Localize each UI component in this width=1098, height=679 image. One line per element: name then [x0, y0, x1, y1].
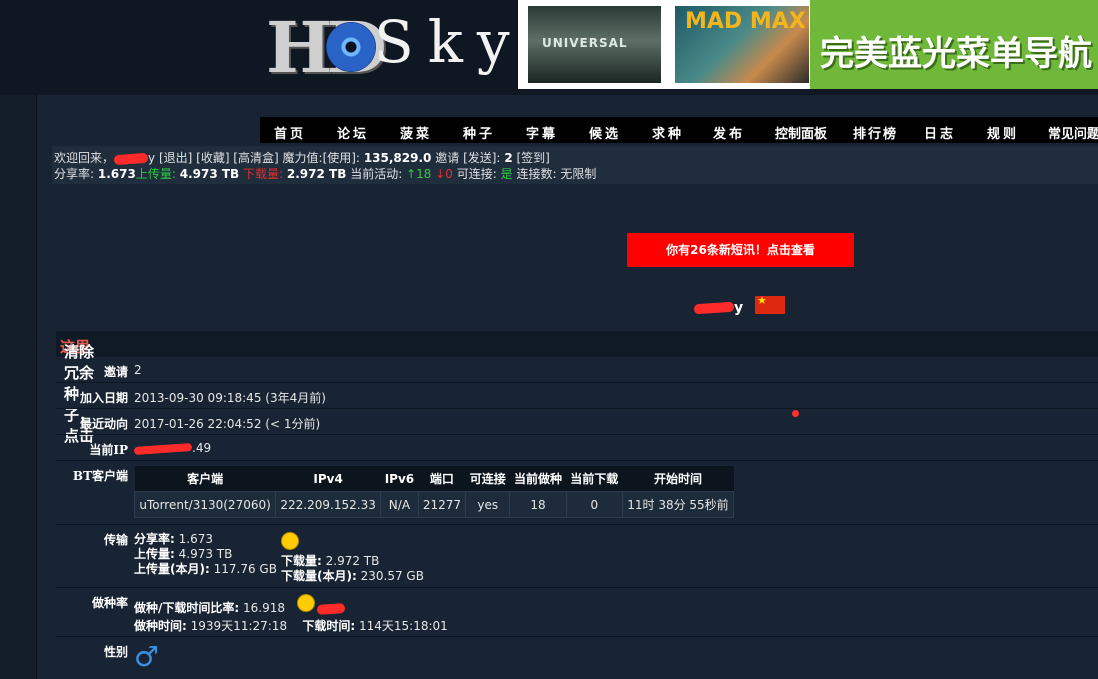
row-last-action: 最近动向 2017-01-26 22:04:52 (< 1分前): [56, 409, 1098, 435]
signin-link[interactable]: [签到]: [517, 151, 550, 165]
username-link[interactable]: y: [148, 151, 155, 165]
user-status-bar: 欢迎回来， y [退出] [收藏] [高清盒] 魔力值:[使用]: 135,829…: [52, 146, 1098, 184]
row-current-ip: 当前IP .49: [56, 435, 1098, 461]
bt-table-header: 客户端 IPv4 IPv6 端口 可连接 当前做种 当前下载 开始时间: [134, 466, 734, 492]
active-seeding[interactable]: ↑18: [406, 167, 431, 181]
logo-sky-text: Sky: [374, 8, 524, 76]
nav-control-panel[interactable]: 控制面板: [775, 123, 827, 142]
redacted-mark: [316, 602, 346, 615]
nav-candidates[interactable]: 候选: [589, 123, 621, 142]
nav-ranking[interactable]: 排行榜: [853, 123, 898, 142]
main-nav: 首页 论坛 菠菜 种子 字幕 候选 求种 发布 控制面板 排行榜 日志 规则 常…: [260, 117, 1098, 143]
promo-banner[interactable]: UNIVERSAL MAD MAX 完美蓝光菜单导航: [518, 0, 1098, 89]
nav-rules[interactable]: 规则: [987, 123, 1019, 142]
site-logo[interactable]: HD Sky: [262, 6, 514, 89]
nav-home[interactable]: 首页: [274, 123, 306, 142]
new-messages-notice[interactable]: 你有26条新短讯！点击查看: [627, 233, 854, 267]
nav-upload[interactable]: 发布: [713, 123, 745, 142]
magic-use-link[interactable]: [使用]:: [323, 151, 360, 165]
user-status-line-2: 分享率: 1.673上传量: 4.973 TB 下载量: 2.972 TB 当前…: [54, 167, 597, 181]
banner-slogan: 完美蓝光菜单导航: [810, 0, 1098, 89]
row-transfer: 传输 分享率: 1.673 上传量: 4.973 TB 上传量(本月): 117…: [56, 525, 1098, 588]
banner-madmax-image: MAD MAX: [675, 6, 809, 83]
china-flag-icon: ★: [755, 294, 785, 314]
red-dot-marker: [792, 410, 799, 417]
bt-client-table: 客户端 IPv4 IPv6 端口 可连接 当前做种 当前下载 开始时间 uTor…: [133, 466, 735, 518]
redacted-ip: [133, 442, 193, 455]
info-table-title: 清除冗余种子，点击 这里: [56, 331, 1098, 445]
banner-universal-image: UNIVERSAL: [528, 6, 661, 83]
redacted-profile-name: [693, 301, 735, 315]
user-links[interactable]: [退出] [收藏] [高清盒]: [159, 151, 279, 165]
nav-requests[interactable]: 求种: [652, 123, 684, 142]
nav-torrents[interactable]: 种子: [463, 123, 495, 142]
smiley-icon: [296, 594, 315, 612]
row-gender: 性别 ♂: [56, 637, 1098, 679]
male-symbol-icon: ♂: [134, 640, 160, 673]
bluray-disc-icon: [326, 22, 376, 72]
row-invite: 邀请 2: [56, 357, 1098, 383]
smiley-icon: [281, 532, 299, 550]
nav-faq[interactable]: 常见问题: [1048, 123, 1098, 142]
nav-bocai[interactable]: 菠菜: [400, 123, 432, 142]
nav-log[interactable]: 日志: [924, 123, 956, 142]
row-joined: 加入日期 2013-09-30 09:18:45 (3年4月前): [56, 383, 1098, 409]
magic-value: 135,829.0: [363, 151, 432, 165]
redacted-username: [113, 152, 149, 165]
user-status-line-1: 欢迎回来， y [退出] [收藏] [高清盒] 魔力值:[使用]: 135,829…: [54, 151, 550, 165]
active-leeching[interactable]: ↓0: [435, 167, 453, 181]
table-row: uTorrent/3130(27060) 222.209.152.33 N/A …: [133, 491, 735, 518]
nav-forum[interactable]: 论坛: [337, 123, 369, 142]
nav-subtitles[interactable]: 字幕: [526, 123, 558, 142]
invite-send-link[interactable]: [发送]:: [463, 151, 500, 165]
profile-username: y: [693, 300, 743, 316]
row-seed-ratio: 做种率 做种/下载时间比率: 16.918 做种时间: 1939天11:27:1…: [56, 588, 1098, 637]
